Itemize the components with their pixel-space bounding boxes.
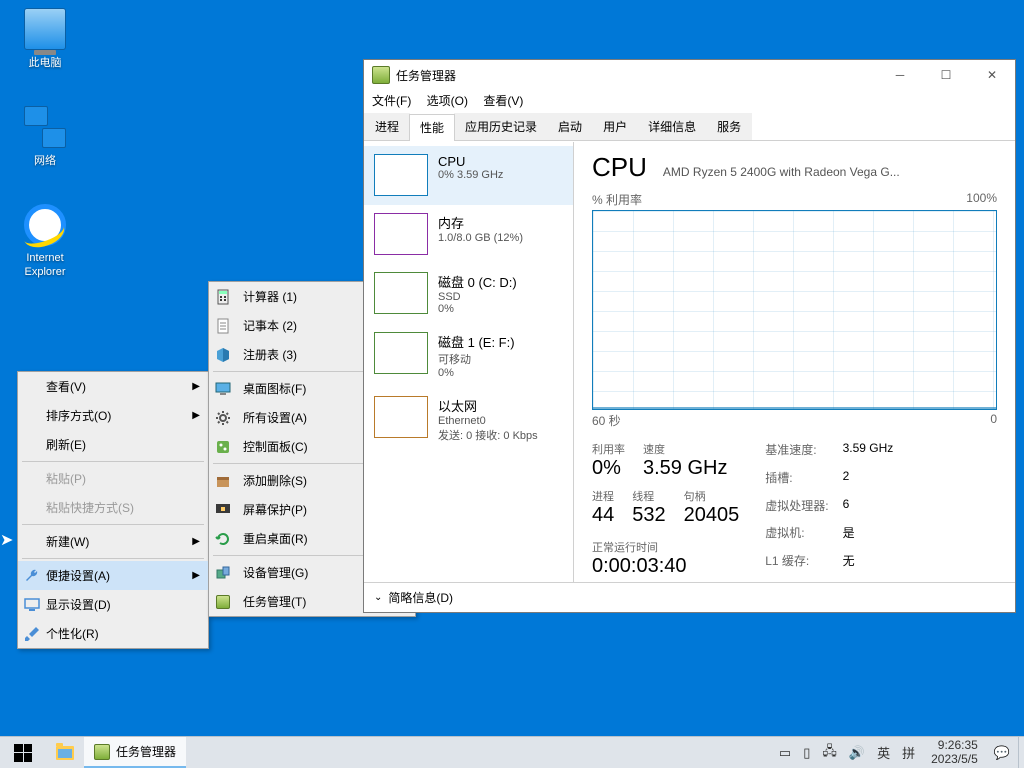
brush-icon	[24, 626, 40, 642]
desktop-icon-network[interactable]: 网络	[8, 106, 82, 168]
cpu-kv-list: 基准速度:3.59 GHz 插槽:2 虚拟处理器:6 虚拟机:是 L1 缓存:无	[765, 441, 893, 578]
task-manager-icon	[94, 744, 110, 760]
ie-icon	[24, 204, 66, 246]
maximize-button[interactable]: ☐	[923, 60, 969, 90]
show-desktop-button[interactable]	[1018, 737, 1024, 768]
monitor-lock-icon	[215, 502, 231, 518]
menu-display-settings[interactable]: 显示设置(D)	[18, 590, 208, 619]
gear-icon	[215, 410, 231, 426]
sliders-icon	[215, 439, 231, 455]
pc-icon	[24, 8, 66, 50]
menu-paste: 粘贴(P)	[18, 464, 208, 493]
chevron-right-icon: ▶	[192, 381, 200, 392]
nav-ethernet[interactable]: 以太网Ethernet0发送: 0 接收: 0 Kbps	[364, 388, 573, 452]
device-icon	[215, 565, 231, 581]
menu-view[interactable]: 查看(V)	[483, 94, 523, 108]
cpu-utilization-chart	[592, 210, 997, 410]
tray-notifications-icon[interactable]: 💬	[994, 745, 1010, 761]
tray-clock[interactable]: 9:26:352023/5/5	[927, 739, 982, 767]
titlebar[interactable]: 任务管理器 ─ ☐ ✕	[364, 60, 1015, 90]
calculator-icon	[215, 289, 231, 305]
chevron-right-icon: ▶	[192, 536, 200, 547]
monitor-icon	[24, 597, 40, 613]
desktop-icon-ie[interactable]: Internet Explorer	[8, 204, 82, 278]
tray-security-icon[interactable]: ▯	[803, 745, 810, 761]
network-thumb-icon	[374, 396, 428, 438]
context-menu-group: 查看(V)▶ 排序方式(O)▶ 刷新(E) 粘贴(P) 粘贴快捷方式(S) 新建…	[17, 371, 416, 649]
chevron-down-icon: ⌄	[374, 592, 382, 603]
tab-startup[interactable]: 启动	[547, 113, 593, 140]
nav-disk1[interactable]: 磁盘 1 (E: F:)可移动0%	[364, 324, 573, 388]
desktop-icon-pc[interactable]: 此电脑	[8, 8, 82, 70]
system-tray: ▭ ▯ 🖧 🔊 英 拼 9:26:352023/5/5 💬	[771, 737, 1018, 768]
desktop-icon	[215, 381, 231, 397]
menu-new[interactable]: 新建(W)▶	[18, 527, 208, 556]
nav-cpu[interactable]: CPU0% 3.59 GHz	[364, 146, 573, 205]
tray-ime2[interactable]: 拼	[902, 743, 915, 762]
performance-nav: CPU0% 3.59 GHz 内存1.0/8.0 GB (12%) 磁盘 0 (…	[364, 142, 574, 582]
tab-performance[interactable]: 性能	[409, 114, 455, 141]
close-button[interactable]: ✕	[969, 60, 1015, 90]
menu-personalize[interactable]: 个性化(R)	[18, 619, 208, 648]
tab-bar: 进程 性能 应用历史记录 启动 用户 详细信息 服务	[364, 113, 1015, 141]
task-manager-icon	[372, 66, 390, 84]
axis-label: 100%	[966, 191, 997, 208]
tray-network-icon[interactable]: 🖧	[822, 742, 837, 764]
desktop-icon-label: 此电脑	[29, 57, 62, 69]
tab-processes[interactable]: 进程	[364, 113, 410, 140]
tray-ime1[interactable]: 英	[877, 743, 890, 762]
menu-file[interactable]: 文件(F)	[372, 94, 411, 108]
folder-icon	[56, 746, 74, 760]
task-manager-window: 任务管理器 ─ ☐ ✕ 文件(F) 选项(O) 查看(V) 进程 性能 应用历史…	[363, 59, 1016, 613]
cpu-thumb-icon	[374, 154, 428, 196]
nav-memory[interactable]: 内存1.0/8.0 GB (12%)	[364, 205, 573, 264]
menu-view[interactable]: 查看(V)▶	[18, 372, 208, 401]
cpu-heading: CPU	[592, 152, 647, 183]
menu-quick-settings[interactable]: 便捷设置(A)▶	[18, 561, 208, 590]
window-title: 任务管理器	[396, 67, 877, 84]
performance-detail: CPU AMD Ryzen 5 2400G with Radeon Vega G…	[574, 142, 1015, 582]
refresh-icon	[215, 531, 231, 547]
notepad-icon	[215, 318, 231, 334]
tab-details[interactable]: 详细信息	[637, 113, 707, 140]
tray-up-icon[interactable]: ▭	[779, 745, 791, 761]
desktop-icon-label: 网络	[34, 155, 56, 167]
desktop-icon-label: Internet Explorer	[25, 252, 66, 278]
start-button[interactable]	[0, 737, 46, 768]
menu-sort[interactable]: 排序方式(O)▶	[18, 401, 208, 430]
menu-refresh[interactable]: 刷新(E)	[18, 430, 208, 459]
task-manager-icon	[215, 594, 231, 610]
footer-toggle-brief[interactable]: ⌄ 简略信息(D)	[364, 582, 1015, 612]
minimize-button[interactable]: ─	[877, 60, 923, 90]
disk-thumb-icon	[374, 332, 428, 374]
axis-label: % 利用率	[592, 191, 642, 208]
wrench-icon	[24, 568, 40, 584]
context-menu: 查看(V)▶ 排序方式(O)▶ 刷新(E) 粘贴(P) 粘贴快捷方式(S) 新建…	[17, 371, 209, 649]
cube-icon	[215, 347, 231, 363]
cpu-model: AMD Ryzen 5 2400G with Radeon Vega G...	[663, 165, 997, 179]
menu-paste-shortcut: 粘贴快捷方式(S)	[18, 493, 208, 522]
taskbar-task-manager[interactable]: 任务管理器	[84, 737, 186, 768]
chevron-right-icon: ▶	[192, 570, 200, 581]
network-icon	[24, 106, 66, 148]
disk-thumb-icon	[374, 272, 428, 314]
tab-users[interactable]: 用户	[592, 113, 638, 140]
taskbar-file-explorer[interactable]	[46, 737, 84, 768]
taskbar: 任务管理器 ▭ ▯ 🖧 🔊 英 拼 9:26:352023/5/5 💬	[0, 736, 1024, 768]
package-icon	[215, 473, 231, 489]
axis-label: 0	[990, 412, 997, 429]
menubar: 文件(F) 选项(O) 查看(V)	[364, 90, 1015, 113]
tab-services[interactable]: 服务	[706, 113, 752, 140]
chevron-right-icon: ▶	[192, 410, 200, 421]
tray-volume-icon[interactable]: 🔊	[849, 745, 865, 761]
menu-options[interactable]: 选项(O)	[427, 94, 468, 108]
axis-label: 60 秒	[592, 412, 621, 429]
nav-disk0[interactable]: 磁盘 0 (C: D:)SSD0%	[364, 264, 573, 324]
tab-app-history[interactable]: 应用历史记录	[454, 113, 548, 140]
memory-thumb-icon	[374, 213, 428, 255]
windows-icon	[14, 744, 32, 762]
